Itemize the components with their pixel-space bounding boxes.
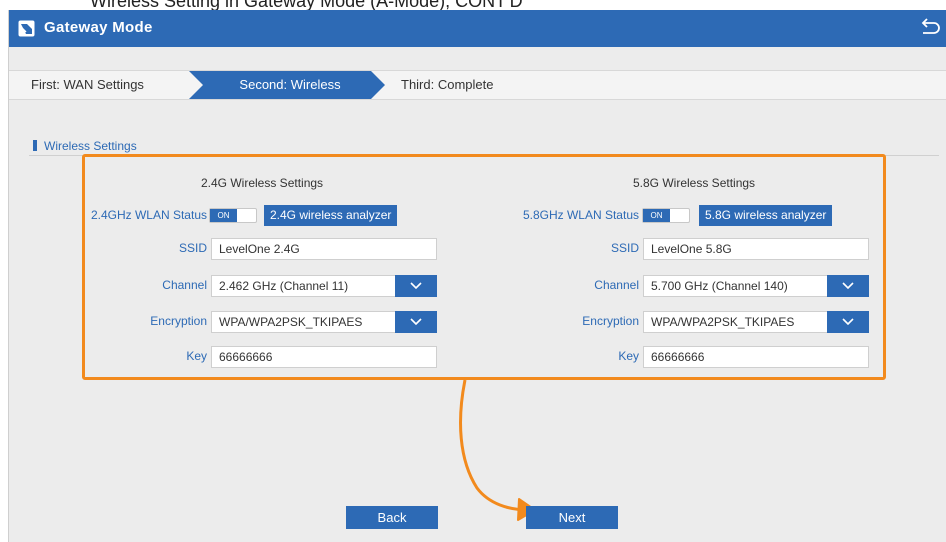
annotation-arrow-icon: [459, 379, 536, 521]
back-button[interactable]: Back: [346, 506, 438, 529]
next-button[interactable]: Next: [526, 506, 618, 529]
app-window: Gateway Mode First: WAN Settings Second:…: [8, 10, 946, 542]
